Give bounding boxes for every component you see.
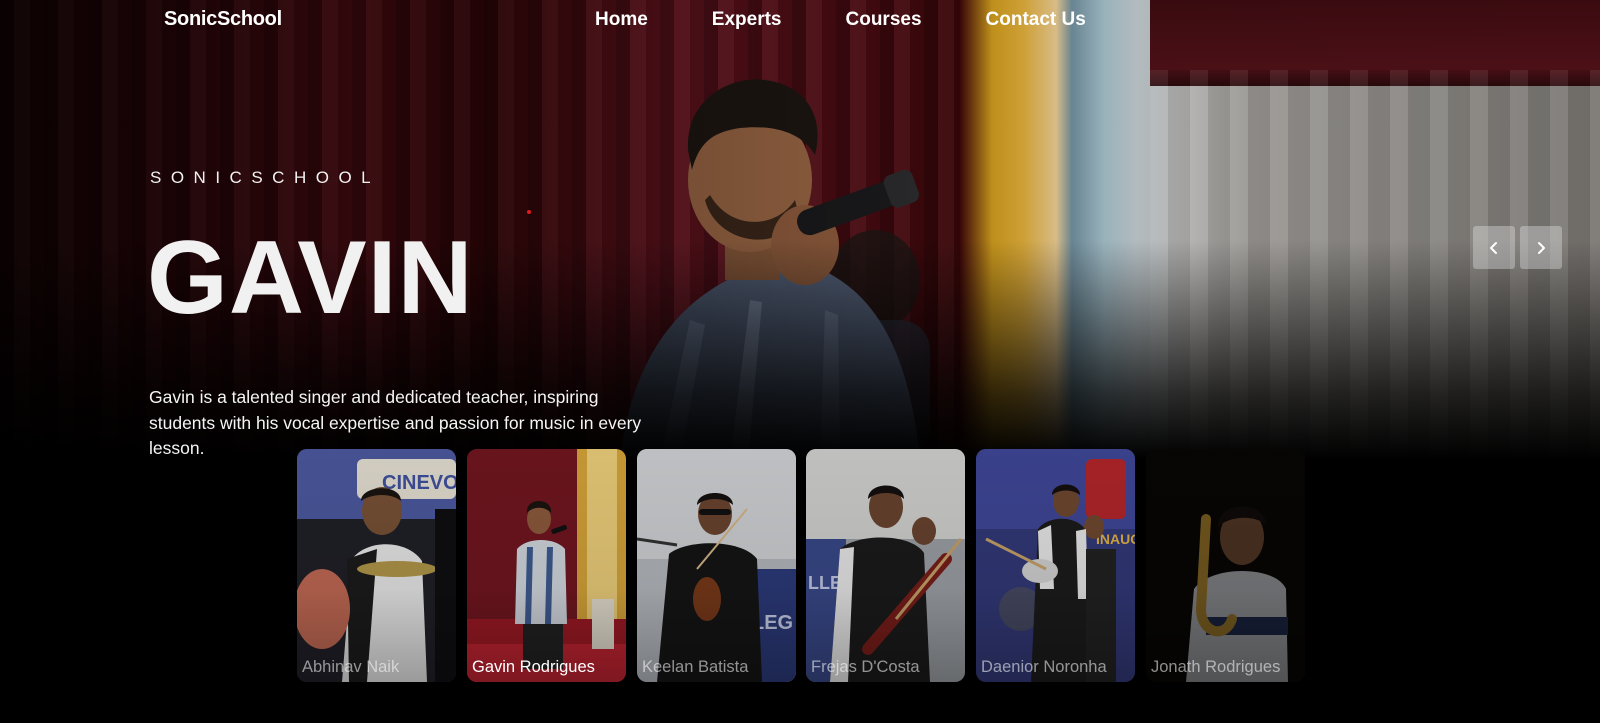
expert-name: Abhinav Naik xyxy=(302,658,400,676)
nav-link-courses[interactable]: Courses xyxy=(846,9,922,31)
expert-card[interactable]: INAUG Daenior Noronha xyxy=(976,449,1135,682)
expert-name: Frejas D'Costa xyxy=(811,658,920,676)
hero-eyebrow: SONICSCHOOL xyxy=(150,168,381,187)
chevron-right-icon xyxy=(1538,241,1545,254)
chevron-left-icon xyxy=(1490,241,1497,254)
site-logo[interactable]: SonicSchool xyxy=(164,8,282,31)
accent-dot xyxy=(527,210,531,214)
expert-card[interactable]: LLE Frejas D'Costa xyxy=(806,449,965,682)
expert-name: Daenior Noronha xyxy=(981,658,1107,676)
expert-name: Jonath Rodrigues xyxy=(1151,658,1281,676)
expert-name: Gavin Rodrigues xyxy=(472,658,595,676)
main-nav: Home Experts Courses Contact Us xyxy=(595,9,1086,31)
hero-title: GAVIN xyxy=(147,220,474,336)
prev-slide-button[interactable] xyxy=(1473,226,1515,269)
expert-card-active[interactable]: Gavin Rodrigues xyxy=(467,449,626,682)
nav-link-contact[interactable]: Contact Us xyxy=(986,9,1086,31)
expert-card[interactable]: LEG Keelan Batista xyxy=(637,449,796,682)
expert-card[interactable]: Jonath Rodrigues xyxy=(1146,449,1305,682)
nav-link-experts[interactable]: Experts xyxy=(712,9,782,31)
expert-name: Keelan Batista xyxy=(642,658,749,676)
next-slide-button[interactable] xyxy=(1520,226,1562,269)
nav-link-home[interactable]: Home xyxy=(595,9,648,31)
expert-card[interactable]: CINEVO Abhinav Naik xyxy=(297,449,456,682)
